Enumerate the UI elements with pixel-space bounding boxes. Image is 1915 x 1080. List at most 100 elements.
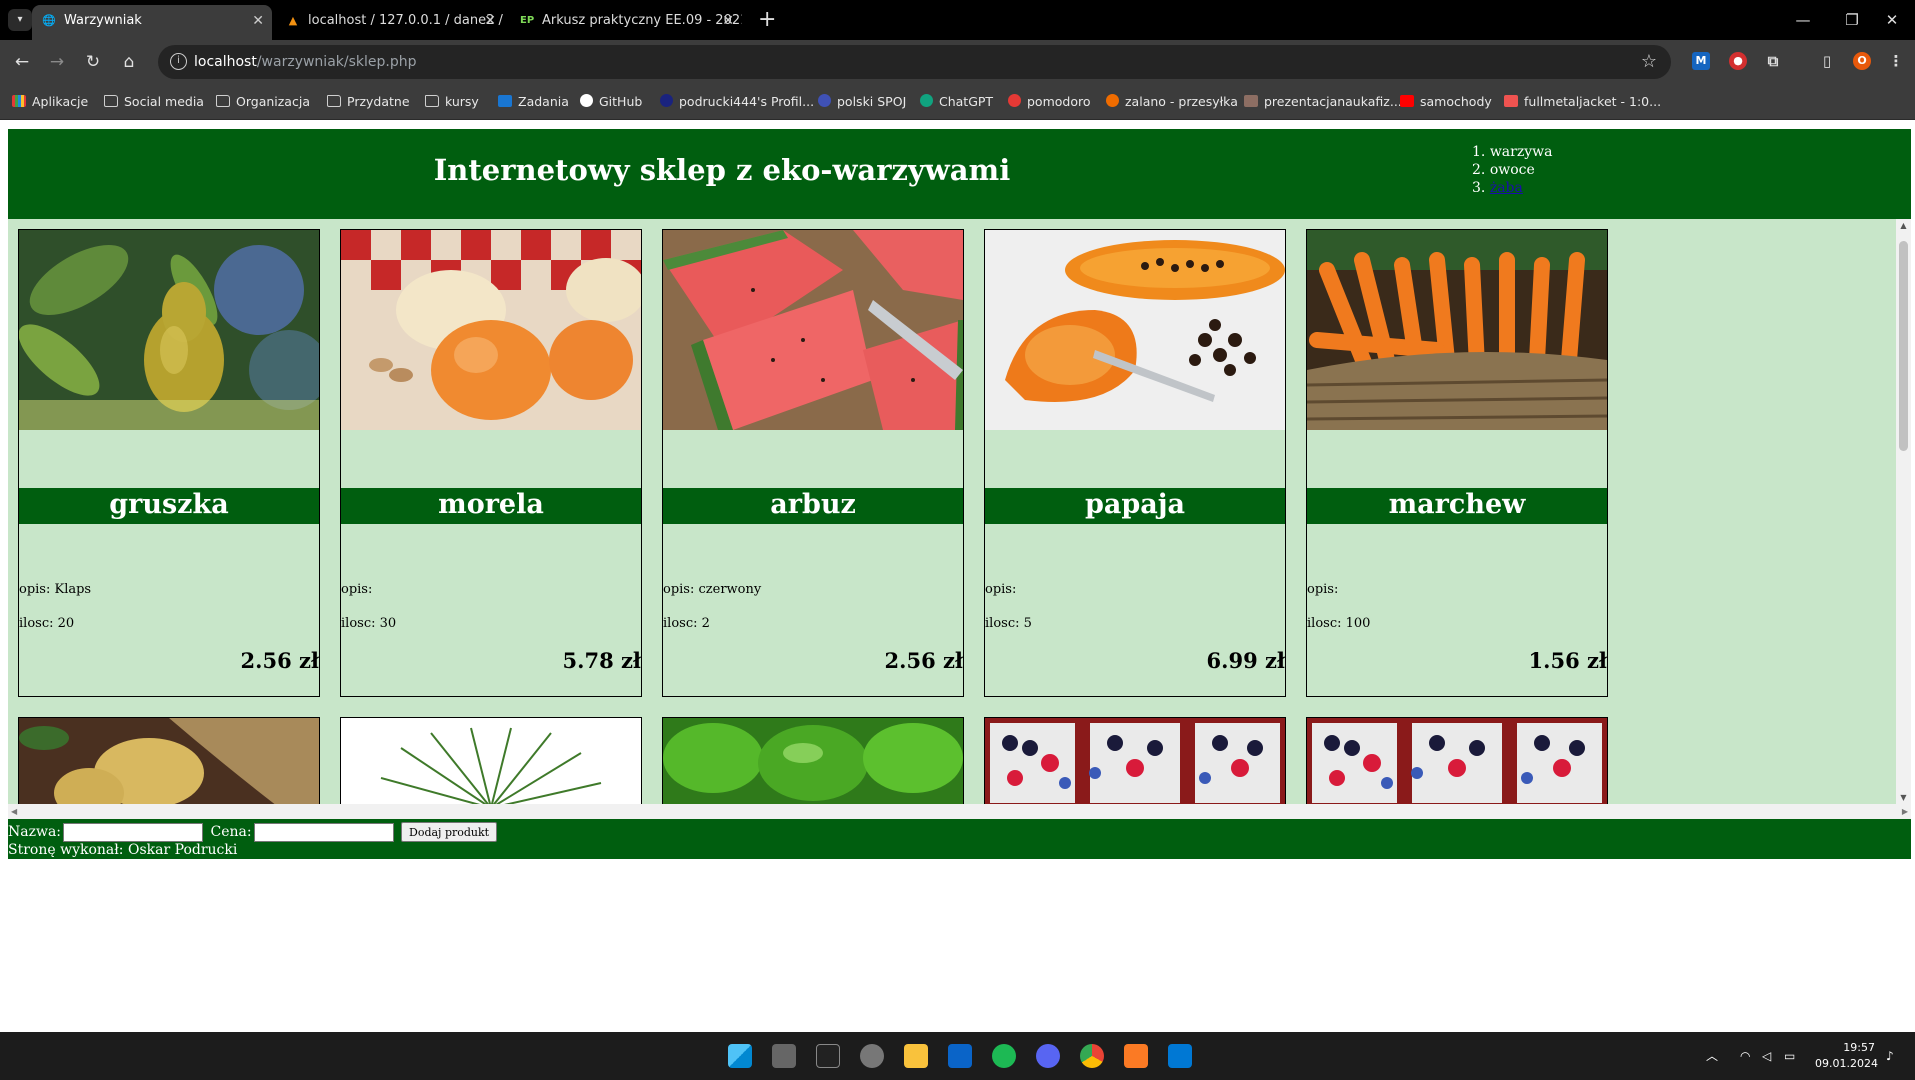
start-icon[interactable] — [728, 1044, 752, 1068]
close-tab-icon[interactable]: ✕ — [722, 5, 734, 37]
restore-button[interactable]: ❐ — [1832, 6, 1872, 34]
product-card — [984, 717, 1286, 804]
product-image-carrots — [1307, 230, 1607, 430]
close-window-button[interactable]: ✕ — [1872, 6, 1912, 34]
reload-button[interactable]: ↻ — [81, 50, 105, 74]
scroll-right-arrow-icon[interactable]: ▶ — [1902, 804, 1908, 819]
scroll-up-arrow-icon[interactable]: ▲ — [1896, 221, 1911, 230]
scroll-left-arrow-icon[interactable]: ◀ — [11, 804, 17, 819]
scrollbar-thumb[interactable] — [1899, 241, 1908, 451]
wifi-icon[interactable]: ◠ — [1740, 1032, 1750, 1080]
page-title: Internetowy sklep z eko-warzywami — [433, 153, 1011, 187]
product-card: morela opis: ilosc: 30 5.78 zł — [340, 229, 642, 697]
bookmark-chatgpt[interactable]: ChatGPT — [920, 84, 993, 120]
folder-icon — [327, 95, 341, 107]
extensions-puzzle-icon[interactable]: ⧉ — [1764, 52, 1782, 70]
task-view-icon[interactable] — [772, 1044, 796, 1068]
side-panel-icon[interactable]: ▯ — [1818, 52, 1836, 70]
bookmark-apps[interactable]: Aplikacje — [12, 84, 88, 120]
extension-m-icon[interactable]: M — [1692, 52, 1710, 70]
bookmark-organizacja[interactable]: Organizacja — [216, 84, 310, 120]
section-vertical-scrollbar[interactable]: ▲ ▼ — [1896, 219, 1911, 804]
bookmark-prezentacja[interactable]: prezentacjanaukafiz... — [1244, 84, 1402, 120]
bookmark-pomodoro[interactable]: pomodoro — [1008, 84, 1091, 120]
tab-phpmyadmin[interactable]: ▲ localhost / 127.0.0.1 / dane2 / p ✕ — [276, 5, 504, 40]
nav-link[interactable]: żaba — [1490, 180, 1523, 196]
add-product-button[interactable]: Dodaj produkt — [401, 822, 498, 842]
product-quantity: ilosc: 100 — [1307, 616, 1371, 631]
back-button[interactable]: ← — [10, 50, 34, 74]
bookmark-zadania[interactable]: Zadania — [498, 84, 569, 120]
bookmark-social-media[interactable]: Social media — [104, 84, 204, 120]
product-card: papaja opis: ilosc: 5 6.99 zł — [984, 229, 1286, 697]
taskbar-clock[interactable]: 19:57 09.01.2024 — [1815, 1040, 1878, 1072]
site-info-icon[interactable]: i — [170, 53, 187, 70]
section-horizontal-scrollbar[interactable]: ◀ ▶ — [8, 804, 1911, 819]
bookmark-przydatne[interactable]: Przydatne — [327, 84, 410, 120]
page-icon — [1504, 95, 1518, 107]
bookmark-kursy[interactable]: kursy — [425, 84, 479, 120]
settings-gear-icon[interactable] — [860, 1044, 884, 1068]
bookmark-zalano[interactable]: zalano - przesyłka — [1106, 84, 1238, 120]
address-bar[interactable]: i localhost/warzywniak/sklep.php ☆ — [158, 45, 1671, 79]
bookmark-samochody[interactable]: samochody — [1400, 84, 1492, 120]
profile-avatar[interactable]: O — [1853, 52, 1871, 70]
bookmark-fullmetaljacket[interactable]: fullmetaljacket - 1:0... — [1504, 84, 1661, 120]
bookmark-spoj[interactable]: polski SPOJ — [818, 84, 906, 120]
product-price: 2.56 zł — [240, 648, 319, 673]
product-description: opis: — [985, 582, 1017, 597]
file-explorer-icon[interactable] — [904, 1044, 928, 1068]
menu-kebab-icon[interactable]: ⋮ — [1887, 52, 1905, 70]
product-quantity: ilosc: 2 — [663, 616, 710, 631]
tab-warzywniak[interactable]: 🌐 Warzywniak ✕ — [32, 5, 272, 40]
tab-arkusz[interactable]: EP Arkusz praktyczny EE.09 - 2021 ✕ — [510, 5, 742, 40]
folder-icon — [216, 95, 230, 107]
product-card: marchew opis: ilosc: 100 1.56 zł — [1306, 229, 1608, 697]
close-tab-icon[interactable]: ✕ — [252, 5, 264, 37]
volume-icon[interactable]: ◁ — [1762, 1032, 1771, 1080]
steam-icon — [660, 94, 673, 107]
folder-icon — [425, 95, 439, 107]
name-input[interactable] — [63, 822, 204, 842]
product-price: 6.99 zł — [1206, 648, 1285, 673]
site-header: Internetowy sklep z eko-warzywami 1. war… — [8, 129, 1911, 219]
bookmark-github[interactable]: GitHub — [580, 84, 642, 120]
product-name: morela — [341, 488, 641, 524]
terminal-icon[interactable] — [816, 1044, 840, 1068]
xampp-icon[interactable] — [1124, 1044, 1148, 1068]
close-tab-icon[interactable]: ✕ — [484, 5, 496, 37]
product-image-watermelon — [663, 230, 963, 430]
battery-icon[interactable]: ▭ — [1784, 1032, 1795, 1080]
url-text[interactable]: localhost/warzywniak/sklep.php — [194, 45, 416, 79]
chrome-icon[interactable] — [1080, 1044, 1104, 1068]
forward-button[interactable]: → — [45, 50, 69, 74]
tab-search-button[interactable]: ▾ — [8, 9, 32, 31]
products-section: gruszka opis: Klaps ilosc: 20 2.56 zł mo… — [8, 219, 1911, 804]
home-button[interactable]: ⌂ — [117, 50, 141, 74]
price-input[interactable] — [253, 822, 394, 842]
bookmark-star-icon[interactable]: ☆ — [1641, 45, 1657, 79]
notification-bell-icon[interactable]: ♪ — [1886, 1032, 1894, 1080]
outlook-icon[interactable] — [948, 1044, 972, 1068]
tray-overflow-chevron-icon[interactable]: ︿ — [1706, 1032, 1718, 1080]
site-footer: Nazwa: Cena: Dodaj produkt Stronę wykona… — [8, 819, 1911, 859]
ep-icon: EP — [520, 15, 535, 26]
product-name: papaja — [985, 488, 1285, 524]
scroll-down-arrow-icon[interactable]: ▼ — [1896, 793, 1911, 802]
site-nav-list: 1. warzywa 2. owoce 3. żaba — [1472, 143, 1552, 197]
phpmyadmin-icon: ▲ — [288, 14, 298, 27]
spoj-icon — [818, 94, 831, 107]
extension-red-icon[interactable]: ● — [1729, 52, 1747, 70]
price-label: Cena: — [210, 824, 252, 840]
new-tab-button[interactable]: + — [758, 7, 776, 33]
bookmark-profil[interactable]: podrucki444's Profil... — [660, 84, 814, 120]
minimize-button[interactable]: — — [1783, 6, 1823, 34]
discord-icon[interactable] — [1036, 1044, 1060, 1068]
page-icon — [1244, 95, 1258, 107]
product-description: opis: — [1307, 582, 1339, 597]
vscode-icon[interactable] — [1168, 1044, 1192, 1068]
nav-item-warzywa: 1. warzywa — [1472, 144, 1553, 160]
spotify-icon[interactable] — [992, 1044, 1016, 1068]
product-name: arbuz — [663, 488, 963, 524]
folder-icon — [104, 95, 118, 107]
